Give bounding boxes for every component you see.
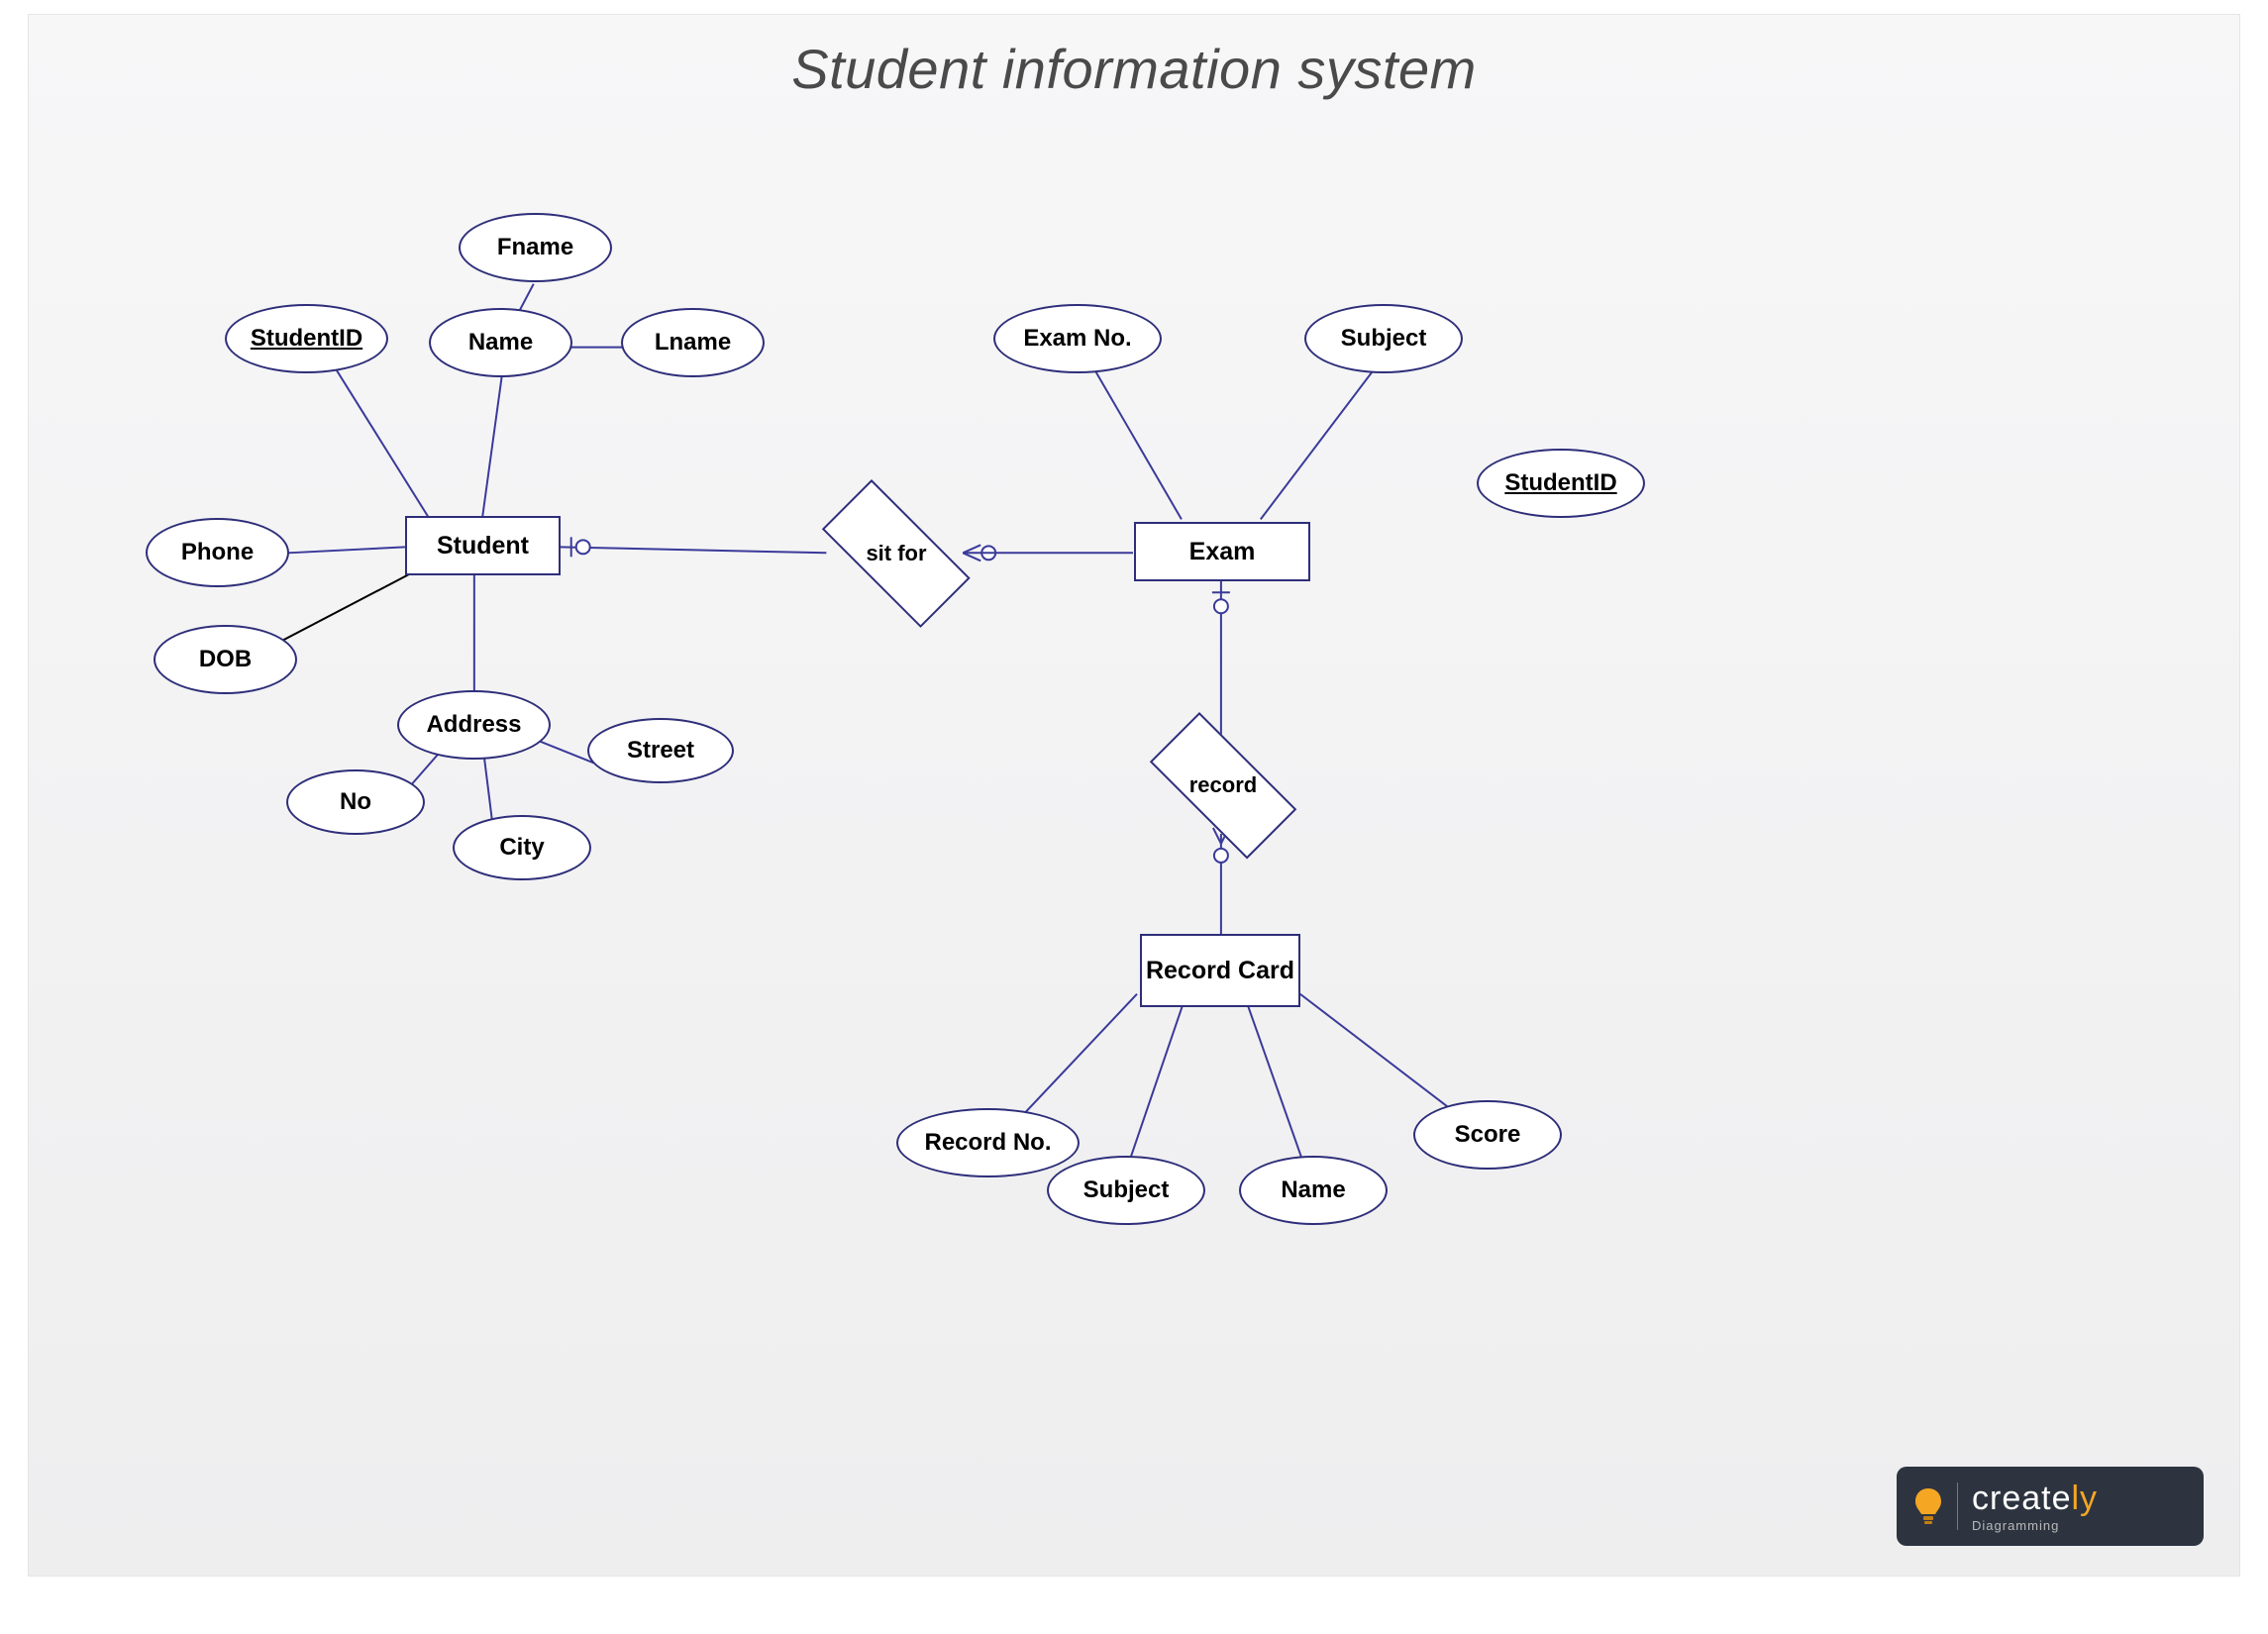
- attr-student-id-2: StudentID: [1477, 449, 1645, 518]
- attr-subject-2: Subject: [1047, 1156, 1205, 1225]
- attr-exam-no: Exam No.: [993, 304, 1162, 373]
- attr-name-2: Name: [1239, 1156, 1388, 1225]
- diagram-canvas: Student information system: [28, 14, 2240, 1577]
- attr-phone: Phone: [146, 518, 289, 587]
- relationship-sit-for: sit for: [797, 504, 995, 603]
- diagram-title: Student information system: [29, 37, 2239, 101]
- relationship-record: record: [1126, 736, 1320, 835]
- attr-fname: Fname: [459, 213, 612, 282]
- relationship-label: record: [1126, 736, 1320, 835]
- attr-street: Street: [587, 718, 734, 783]
- attr-subject: Subject: [1304, 304, 1463, 373]
- attr-dob: DOB: [154, 625, 297, 694]
- attr-address: Address: [397, 690, 551, 760]
- relationship-label: sit for: [797, 504, 995, 603]
- creately-logo: creately Diagramming: [1897, 1467, 2204, 1546]
- entity-exam: Exam: [1134, 522, 1310, 581]
- lightbulb-icon: [1910, 1482, 1958, 1530]
- attr-record-no: Record No.: [896, 1108, 1080, 1177]
- logo-subtitle: Diagramming: [1972, 1519, 2098, 1532]
- attr-city: City: [453, 815, 591, 880]
- attr-no: No: [286, 769, 425, 835]
- attr-student-id: StudentID: [225, 304, 388, 373]
- logo-text: creately: [1972, 1481, 2098, 1515]
- entity-student: Student: [405, 516, 561, 575]
- attr-score: Score: [1413, 1100, 1562, 1170]
- attr-lname: Lname: [621, 308, 765, 377]
- entity-record-card: Record Card: [1140, 934, 1300, 1007]
- attr-name: Name: [429, 308, 572, 377]
